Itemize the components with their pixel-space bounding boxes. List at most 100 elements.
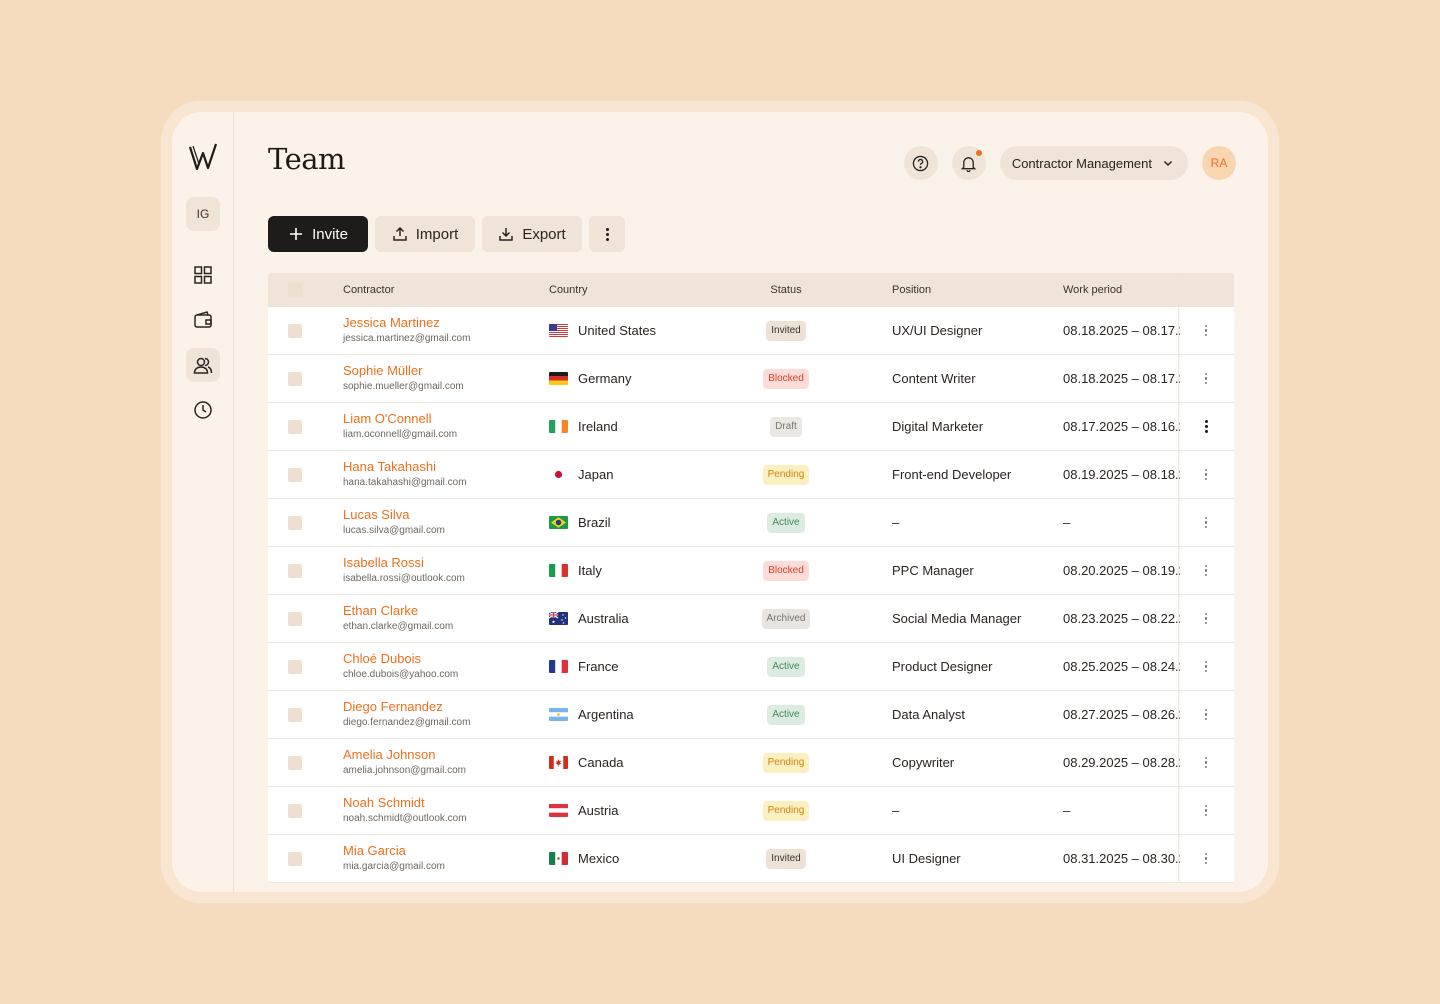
table-row[interactable]: Ethan Clarke ethan.clarke@gmail.com Aust… xyxy=(268,595,1234,643)
org-selector[interactable]: Contractor Management xyxy=(999,146,1188,180)
row-actions-button[interactable] xyxy=(1198,499,1214,546)
table-row[interactable]: Liam O'Connell liam.oconnell@gmail.com I… xyxy=(268,403,1234,451)
contractor-cell: Noah Schmidt noah.schmidt@outlook.com xyxy=(343,787,467,834)
row-checkbox[interactable] xyxy=(288,451,302,498)
contractor-email: amelia.johnson@gmail.com xyxy=(343,765,466,776)
flag-at-icon xyxy=(549,804,568,817)
contractors-table: Contractor Country Status Position Work … xyxy=(268,273,1234,883)
row-checkbox[interactable] xyxy=(288,835,302,882)
contractor-name[interactable]: Diego Fernandez xyxy=(343,699,443,715)
country-name: Argentina xyxy=(578,707,634,722)
contractor-email: mia.garcia@gmail.com xyxy=(343,861,445,872)
export-button[interactable]: Export xyxy=(482,216,582,252)
flag-au-icon xyxy=(549,612,568,625)
country-cell: Australia xyxy=(549,595,629,642)
table-row[interactable]: Chloé Dubois chloe.dubois@yahoo.com Fran… xyxy=(268,643,1234,691)
page-title: Team xyxy=(268,142,346,176)
users-icon xyxy=(193,357,213,374)
download-icon xyxy=(499,228,514,241)
contractor-name[interactable]: Liam O'Connell xyxy=(343,411,431,427)
import-button[interactable]: Import xyxy=(375,216,475,252)
country-name: Germany xyxy=(578,371,632,386)
contractor-name[interactable]: Isabella Rossi xyxy=(343,555,424,571)
status-badge: Active xyxy=(767,704,805,725)
help-button[interactable] xyxy=(903,146,938,180)
row-checkbox[interactable] xyxy=(288,691,302,738)
sticky-column-divider xyxy=(1178,403,1180,450)
row-checkbox[interactable] xyxy=(288,787,302,834)
contractor-name[interactable]: Chloé Dubois xyxy=(343,651,421,667)
row-checkbox[interactable] xyxy=(288,355,302,402)
contractor-cell: Sophie Müller sophie.mueller@gmail.com xyxy=(343,355,464,402)
row-actions-button[interactable] xyxy=(1198,787,1214,834)
contractor-name[interactable]: Noah Schmidt xyxy=(343,795,425,811)
row-checkbox[interactable] xyxy=(288,595,302,642)
brand-logo[interactable] xyxy=(188,142,218,172)
row-checkbox[interactable] xyxy=(288,499,302,546)
status-cell: Invited xyxy=(716,307,856,354)
more-actions-button[interactable] xyxy=(589,216,625,252)
sidebar-item-wallet[interactable] xyxy=(186,303,220,337)
row-actions-button[interactable] xyxy=(1198,547,1214,594)
table-row[interactable]: Noah Schmidt noah.schmidt@outlook.com Au… xyxy=(268,787,1234,835)
sticky-column-divider xyxy=(1178,451,1180,498)
column-header-status[interactable]: Status xyxy=(716,273,856,307)
workspace-switcher[interactable]: IG xyxy=(186,197,220,231)
row-actions-button[interactable] xyxy=(1198,403,1214,450)
column-header-work-period[interactable]: Work period xyxy=(1063,273,1122,307)
row-actions-button[interactable] xyxy=(1198,739,1214,786)
table-row[interactable]: Sophie Müller sophie.mueller@gmail.com G… xyxy=(268,355,1234,403)
table-row[interactable]: Diego Fernandez diego.fernandez@gmail.co… xyxy=(268,691,1234,739)
contractor-email: diego.fernandez@gmail.com xyxy=(343,717,471,728)
column-header-position[interactable]: Position xyxy=(892,273,931,307)
contractor-name[interactable]: Mia Garcia xyxy=(343,843,406,859)
more-vertical-icon xyxy=(1204,756,1208,769)
table-row[interactable]: Jessica Martinez jessica.martinez@gmail.… xyxy=(268,307,1234,355)
column-header-country[interactable]: Country xyxy=(549,273,588,307)
position-cell: PPC Manager xyxy=(892,563,974,578)
row-checkbox[interactable] xyxy=(288,547,302,594)
more-vertical-icon xyxy=(1204,612,1208,625)
contractor-name[interactable]: Lucas Silva xyxy=(343,507,409,523)
row-actions-button[interactable] xyxy=(1198,595,1214,642)
contractor-name[interactable]: Amelia Johnson xyxy=(343,747,436,763)
sidebar-item-history[interactable] xyxy=(186,393,220,427)
row-checkbox[interactable] xyxy=(288,403,302,450)
position-cell: Front-end Developer xyxy=(892,467,1012,482)
row-actions-button[interactable] xyxy=(1198,451,1214,498)
row-checkbox[interactable] xyxy=(288,739,302,786)
table-row[interactable]: Isabella Rossi isabella.rossi@outlook.co… xyxy=(268,547,1234,595)
row-actions-button[interactable] xyxy=(1198,307,1214,354)
contractor-email: chloe.dubois@yahoo.com xyxy=(343,669,459,680)
row-actions-button[interactable] xyxy=(1198,835,1214,882)
row-checkbox[interactable] xyxy=(288,307,302,354)
column-header-contractor[interactable]: Contractor xyxy=(343,273,394,307)
sidebar-item-team[interactable] xyxy=(186,348,220,382)
position-cell: UX/UI Designer xyxy=(892,323,983,338)
user-avatar[interactable]: RA xyxy=(1202,146,1236,180)
row-actions-button[interactable] xyxy=(1198,355,1214,402)
sticky-column-divider xyxy=(1178,643,1180,690)
row-actions-button[interactable] xyxy=(1198,691,1214,738)
table-row[interactable]: Amelia Johnson amelia.johnson@gmail.com … xyxy=(268,739,1234,787)
status-cell: Pending xyxy=(716,739,856,786)
contractor-name[interactable]: Hana Takahashi xyxy=(343,459,436,475)
contractor-name[interactable]: Jessica Martinez xyxy=(343,315,440,331)
sidebar-item-dashboard[interactable] xyxy=(186,258,220,292)
table-row[interactable]: Hana Takahashi hana.takahashi@gmail.com … xyxy=(268,451,1234,499)
notifications-button[interactable] xyxy=(951,146,986,180)
row-actions-button[interactable] xyxy=(1198,643,1214,690)
table-row[interactable]: Lucas Silva lucas.silva@gmail.com Brazil… xyxy=(268,499,1234,547)
contractor-name[interactable]: Sophie Müller xyxy=(343,363,423,379)
country-cell: Germany xyxy=(549,355,631,402)
contractor-email: jessica.martinez@gmail.com xyxy=(343,333,471,344)
country-cell: Brazil xyxy=(549,499,611,546)
position-cell: Digital Marketer xyxy=(892,419,984,434)
country-name: Australia xyxy=(578,611,629,626)
select-all-checkbox[interactable] xyxy=(288,273,302,307)
row-checkbox[interactable] xyxy=(288,643,302,690)
app-window: IG Team Contractor Management RA Invite … xyxy=(172,112,1268,892)
table-row[interactable]: Mia Garcia mia.garcia@gmail.com Mexico I… xyxy=(268,835,1234,883)
invite-button[interactable]: Invite xyxy=(268,216,368,252)
contractor-name[interactable]: Ethan Clarke xyxy=(343,603,418,619)
